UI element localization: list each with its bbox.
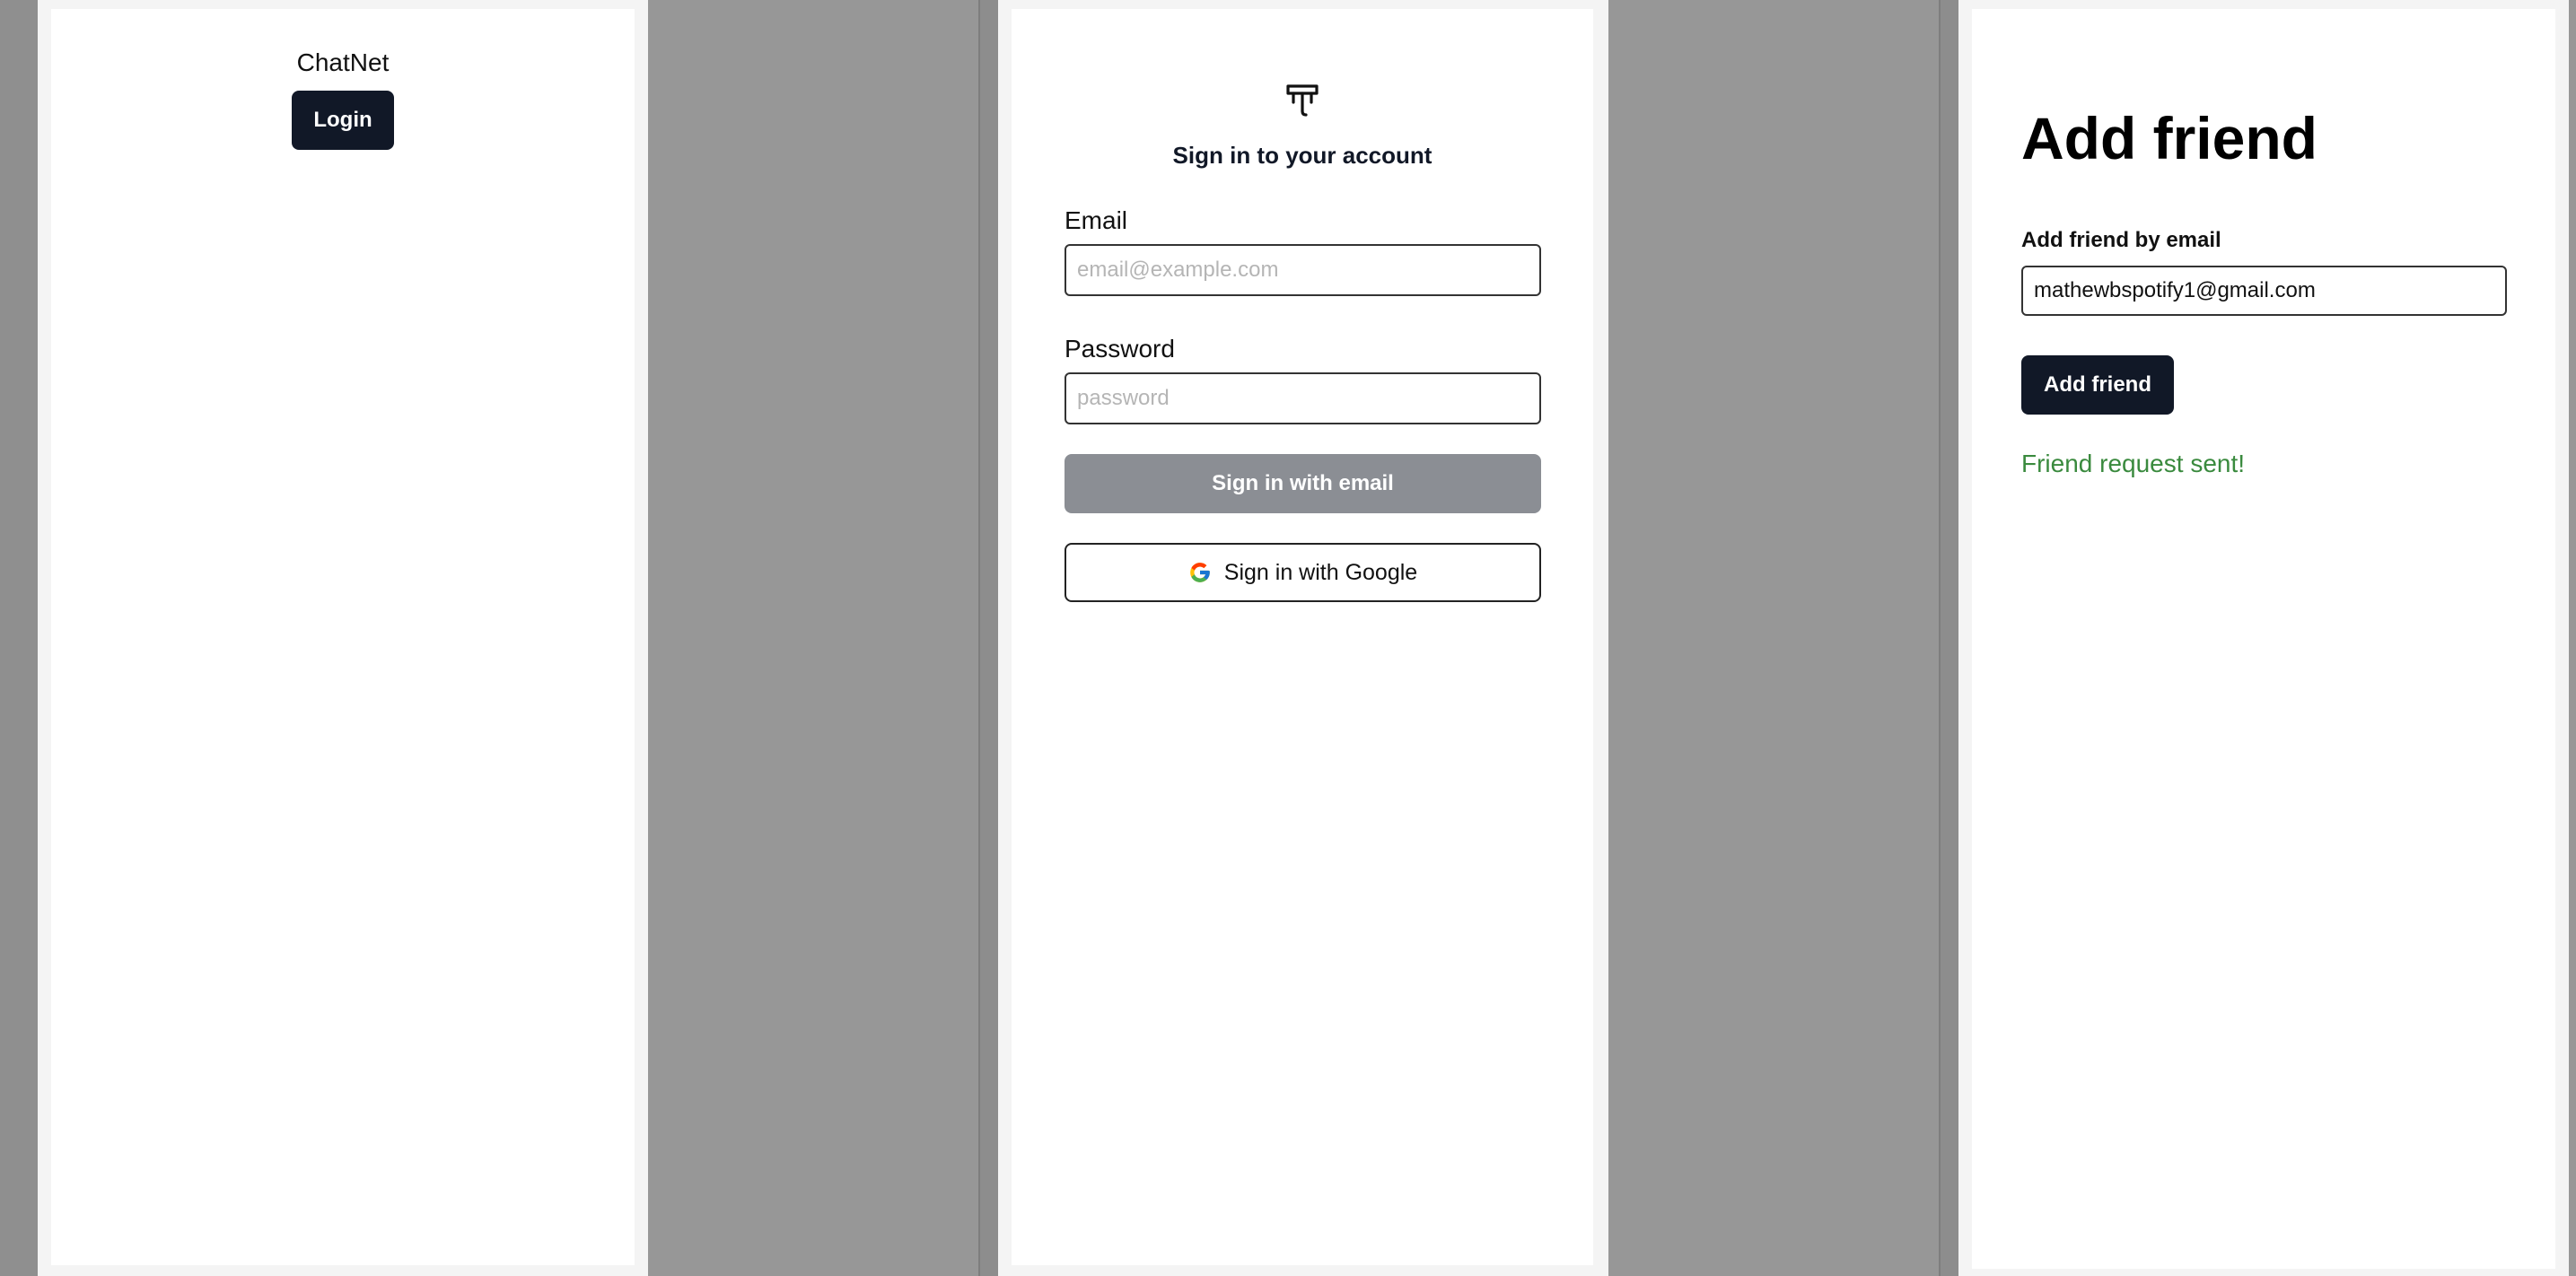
- signin-google-button[interactable]: Sign in with Google: [1065, 543, 1541, 602]
- google-icon: [1189, 563, 1210, 582]
- password-label: Password: [1065, 335, 1175, 363]
- window-edge: [1939, 0, 1958, 1276]
- add-friend-screen: Add friend Add friend by email Add frien…: [1972, 9, 2555, 1269]
- window-edge: [0, 0, 38, 1276]
- email-field[interactable]: [1065, 244, 1541, 296]
- signin-screen: Sign in to your account Email Password S…: [1012, 9, 1593, 1265]
- status-message: Friend request sent!: [2021, 450, 2246, 477]
- signin-title: Sign in to your account: [1172, 142, 1433, 169]
- home-screen-frame: ChatNet Login: [38, 0, 648, 1276]
- add-friend-button[interactable]: Add friend: [2021, 355, 2174, 415]
- app-brand: ChatNet: [296, 48, 390, 76]
- home-screen: ChatNet Login: [51, 9, 635, 1265]
- email-label: Email: [1065, 206, 1128, 234]
- login-button[interactable]: Login: [292, 91, 394, 150]
- friend-email-input[interactable]: [2021, 266, 2507, 316]
- signin-screen-frame: Sign in to your account Email Password S…: [998, 0, 1608, 1276]
- page-title: Add friend: [2021, 105, 2318, 171]
- add-friend-screen-frame: Add friend Add friend by email Add frien…: [1958, 0, 2569, 1276]
- password-field[interactable]: [1065, 372, 1541, 424]
- window-edge: [978, 0, 998, 1276]
- add-friend-email-label: Add friend by email: [2021, 228, 2221, 252]
- signin-email-button[interactable]: Sign in with email: [1065, 454, 1541, 513]
- antenna-icon: [1286, 84, 1319, 117]
- google-signin-label: Sign in with Google: [1223, 559, 1418, 585]
